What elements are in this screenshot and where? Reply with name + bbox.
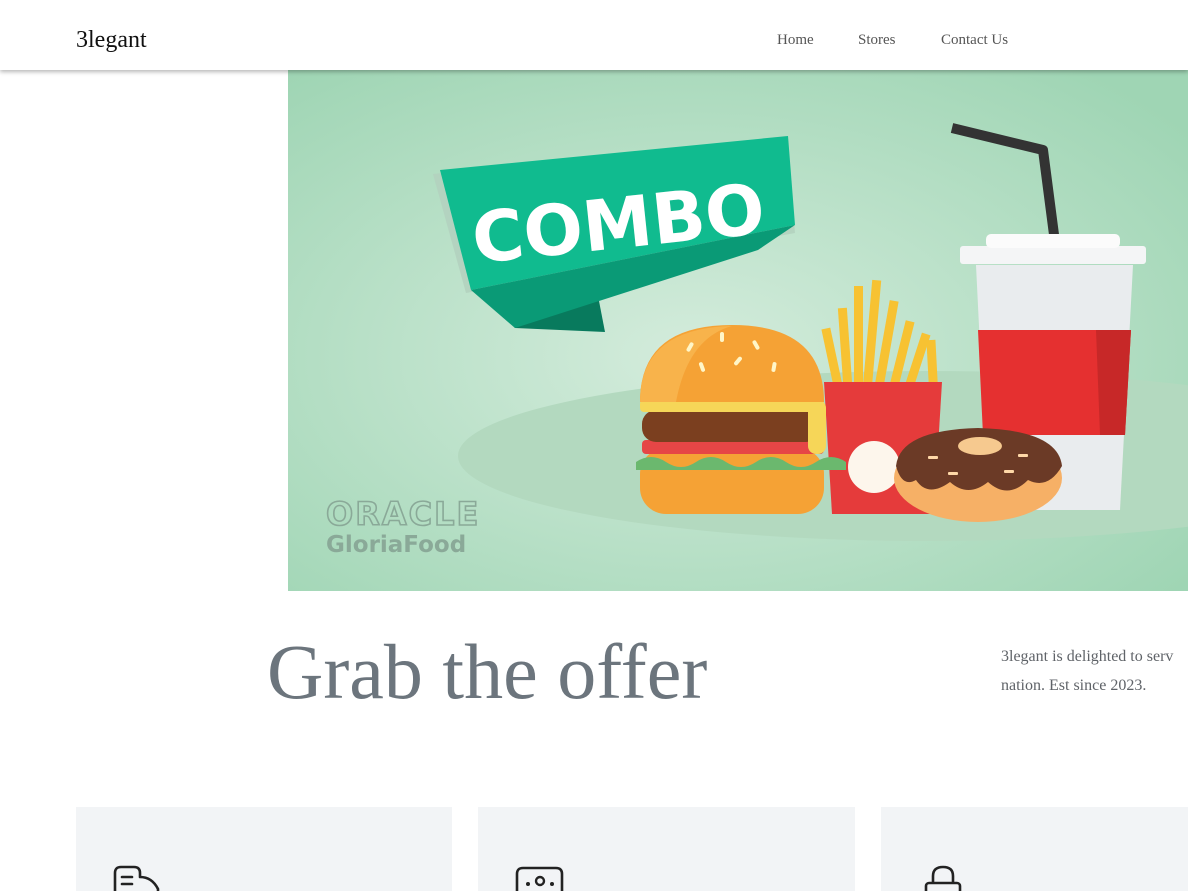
nav-link-contact-us[interactable]: Contact Us <box>941 31 1008 49</box>
offer-description: 3legant is delighted to serv nation. Est… <box>1001 642 1188 700</box>
lock-icon <box>923 865 963 891</box>
nav-link-stores[interactable]: Stores <box>858 31 896 49</box>
offer-headline: Grab the offer <box>267 628 708 715</box>
nav-link-home[interactable]: Home <box>777 31 814 49</box>
feature-card-1 <box>76 807 452 891</box>
hero-combo-image: COMBO ORACLE GloriaFood <box>288 70 1188 591</box>
donut <box>894 428 1062 522</box>
offer-description-line-2: nation. Est since 2023. <box>1001 677 1147 694</box>
oracle-gloriafood-logo: ORACLE GloriaFood <box>325 494 480 558</box>
navbar: 3legant Home Stores Contact Us <box>0 0 1188 70</box>
brand-logo[interactable]: 3legant <box>76 26 147 54</box>
receipt-icon <box>112 865 164 891</box>
logo-gloriafood-text: GloriaFood <box>326 532 466 558</box>
store-icon <box>514 865 566 891</box>
offer-description-line-1: 3legant is delighted to serv <box>1001 648 1174 665</box>
feature-card-3 <box>881 807 1188 891</box>
logo-oracle-text: ORACLE <box>326 495 480 533</box>
feature-card-2 <box>478 807 855 891</box>
